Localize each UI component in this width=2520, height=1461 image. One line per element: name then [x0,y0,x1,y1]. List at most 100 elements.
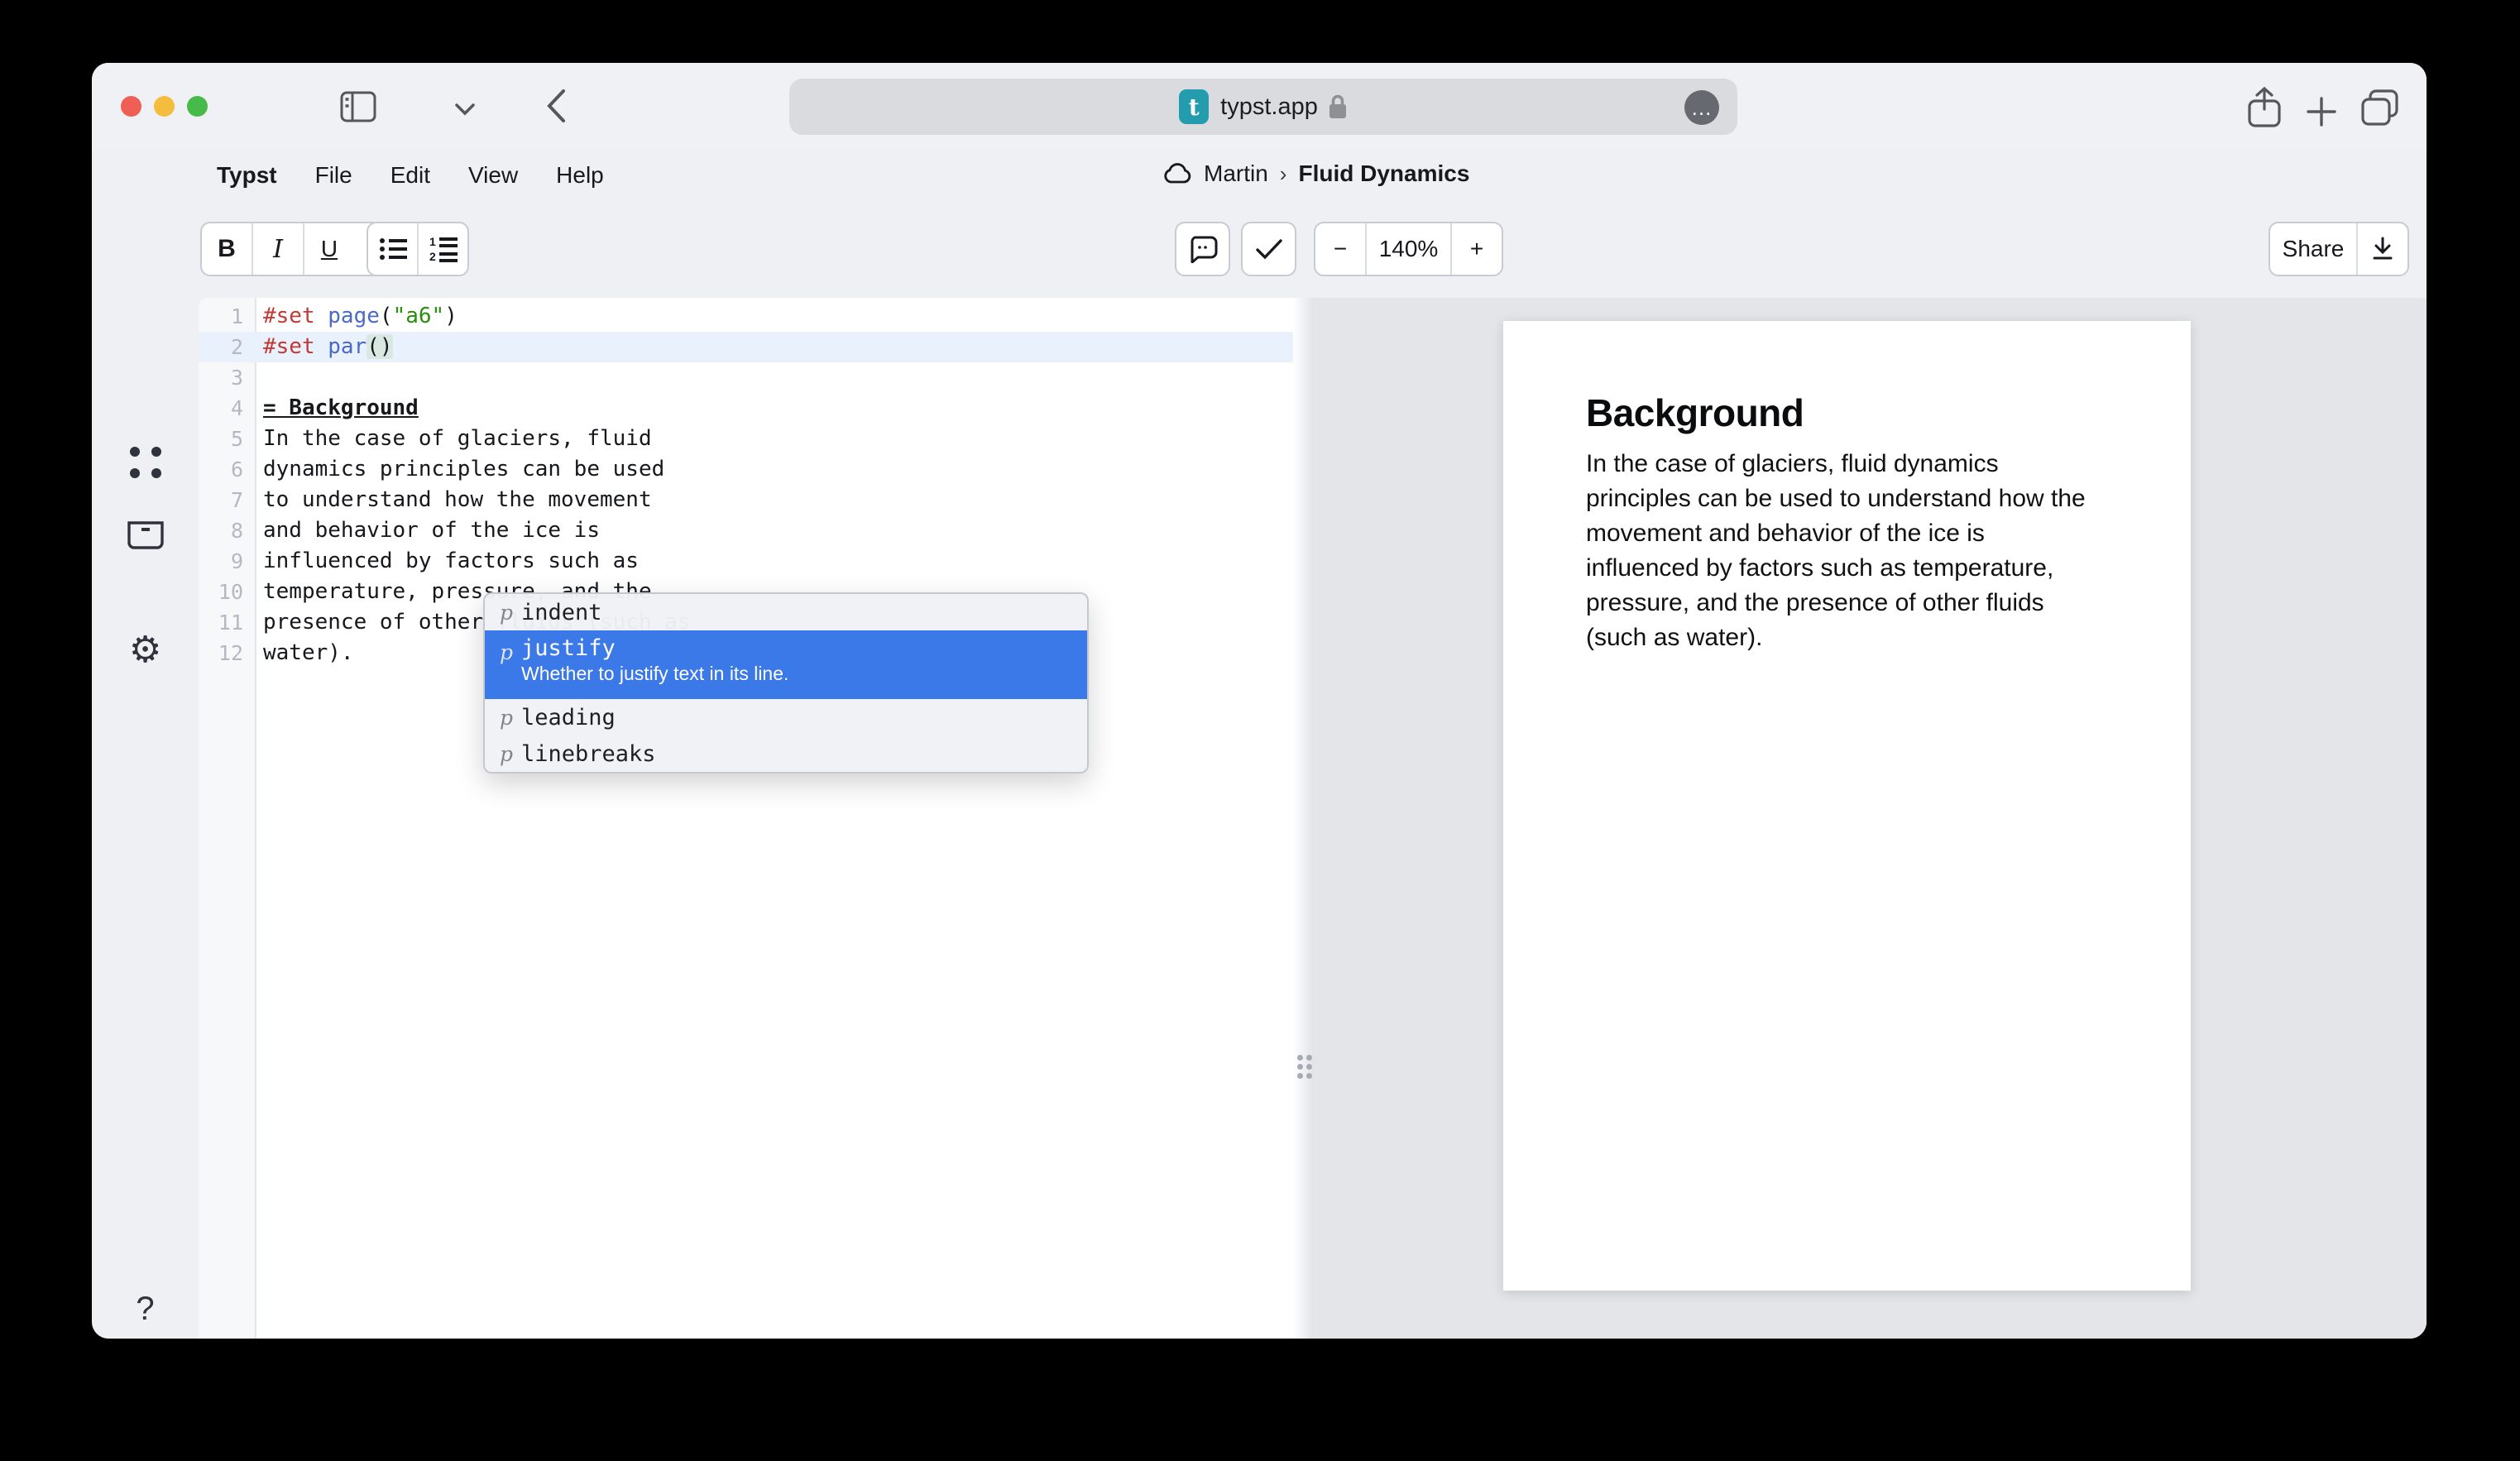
code-line[interactable]: 2#set par() [199,332,1293,362]
download-button[interactable] [2358,223,2407,275]
menu-view[interactable]: View [468,162,518,189]
code-token: page [328,304,380,328]
app-menu-bar: Typst File Edit View Help [217,162,604,189]
zoom-level-value[interactable]: 140% [1367,223,1452,275]
code-token: = Background [263,395,419,420]
line-number: 1 [199,301,243,332]
zoom-control-group: − 140% + [1314,222,1503,276]
underline-button[interactable]: U [304,223,354,275]
question-mark-icon: ? [136,1291,154,1328]
code-line[interactable]: 4= Background [199,393,1293,424]
line-text: = Background [243,393,419,424]
code-line[interactable]: 5In the case of glaciers, fluid [199,424,1293,454]
preview-paragraph-line: principles can be used to understand how… [1586,481,2108,516]
menu-file[interactable]: File [315,162,352,189]
parameter-kind-icon: p [491,640,521,664]
menu-edit[interactable]: Edit [390,162,430,189]
numbered-list-icon: 1 2 [429,236,458,262]
checkmark-icon [1255,238,1283,260]
gear-icon: ⚙ [129,632,161,668]
code-token: dynamics principles can be used [263,457,664,481]
preview-paragraph-line: (such as water). [1586,620,2108,655]
breadcrumb-document-title[interactable]: Fluid Dynamics [1298,160,1469,187]
code-token: influenced by factors such as [263,548,639,573]
code-token: and behavior of the ice is [263,518,600,543]
line-text: and behavior of the ice is [243,515,600,546]
code-token [315,334,328,359]
pane-resize-handle[interactable] [1293,298,1313,1339]
line-text: to understand how the movement [243,485,652,515]
autocomplete-label: justify [521,635,788,661]
template-panel-icon[interactable] [92,521,199,549]
code-line[interactable]: 1#set page("a6") [199,301,1293,332]
comment-icon [1188,235,1218,263]
file-panel-icon[interactable] [92,447,199,478]
sidebar-toggle-icon[interactable] [340,91,376,122]
line-text: #set page("a6") [243,301,458,332]
preview-paragraph-line: movement and behavior of the ice is [1586,516,2108,551]
code-editor[interactable]: 1#set page("a6")2#set par()34= Backgroun… [256,298,1293,1339]
menu-help[interactable]: Help [556,162,604,189]
minimize-window-button[interactable] [154,96,175,117]
close-window-button[interactable] [121,96,141,117]
autocomplete-item[interactable]: plinebreaks [485,735,1087,772]
bold-button[interactable]: B [202,223,253,275]
address-bar[interactable]: t typst.app … [789,79,1737,135]
code-line[interactable]: 9 influenced by factors such as [199,546,1293,577]
chevron-down-icon[interactable] [454,103,476,116]
breadcrumb-account[interactable]: Martin [1204,160,1268,187]
line-number: 12 [199,638,243,668]
italic-button[interactable]: I [253,223,304,275]
menu-typst[interactable]: Typst [217,162,277,189]
bullet-list-icon [379,237,407,261]
drag-handle-icon [1297,1055,1312,1079]
back-button[interactable] [545,88,567,124]
parameter-kind-icon: p [491,601,521,625]
zoom-out-button[interactable]: − [1315,223,1367,275]
preview-heading: Background [1586,390,2191,435]
code-line[interactable]: 6dynamics principles can be used [199,454,1293,485]
autocomplete-label: indent [521,600,602,625]
code-line[interactable]: 3 [199,362,1293,393]
breadcrumb: Martin › Fluid Dynamics [1162,160,1469,187]
tab-overview-icon[interactable] [2360,89,2400,127]
numbered-list-button[interactable]: 1 2 [419,223,467,275]
line-number: 10 [199,577,243,607]
workspace: ⚙ ? typst 1#set page("a6")2#set par()34=… [92,298,2427,1339]
box-icon [127,521,164,549]
page-more-button[interactable]: … [1684,90,1719,125]
fullscreen-window-button[interactable] [187,96,208,117]
autocomplete-item[interactable]: pleading [485,699,1087,735]
line-number: 8 [199,515,243,546]
bullet-list-button[interactable] [368,223,419,275]
code-line[interactable]: 8 and behavior of the ice is [199,515,1293,546]
autocomplete-item-selected[interactable]: pjustifyWhether to justify text in its l… [485,630,1087,699]
preview-paragraph-line: pressure, and the presence of other flui… [1586,586,2108,620]
breadcrumb-separator: › [1280,161,1287,187]
line-number: 11 [199,607,243,638]
line-text: In the case of glaciers, fluid [243,424,652,454]
settings-button[interactable]: ⚙ [92,632,199,668]
parameter-kind-icon: p [491,742,521,766]
left-sidebar-rail: ⚙ ? typst [92,265,199,1339]
help-button[interactable]: ? [92,1291,199,1328]
compile-status-button[interactable] [1241,222,1296,276]
new-tab-icon[interactable] [2306,96,2337,127]
code-token: ) [444,304,458,328]
line-number: 7 [199,485,243,515]
line-text: water). [243,638,354,668]
share-button[interactable]: Share [2270,223,2358,275]
list-button-group: 1 2 [367,222,469,276]
autocomplete-item[interactable]: pindent [485,594,1087,630]
code-line[interactable]: 7to understand how the movement [199,485,1293,515]
cloud-icon [1162,163,1192,184]
url-text: typst.app [1220,93,1318,121]
share-page-icon[interactable] [2246,86,2283,129]
line-text: influenced by factors such as [243,546,639,577]
zoom-in-button[interactable]: + [1452,223,1502,275]
preview-paragraph: In the case of glaciers, fluid dynamicsp… [1586,447,2108,655]
line-number: 9 [199,546,243,577]
preview-paragraph-line: In the case of glaciers, fluid dynamics [1586,447,2108,481]
comments-button[interactable] [1175,222,1230,276]
line-text: dynamics principles can be used [243,454,664,485]
